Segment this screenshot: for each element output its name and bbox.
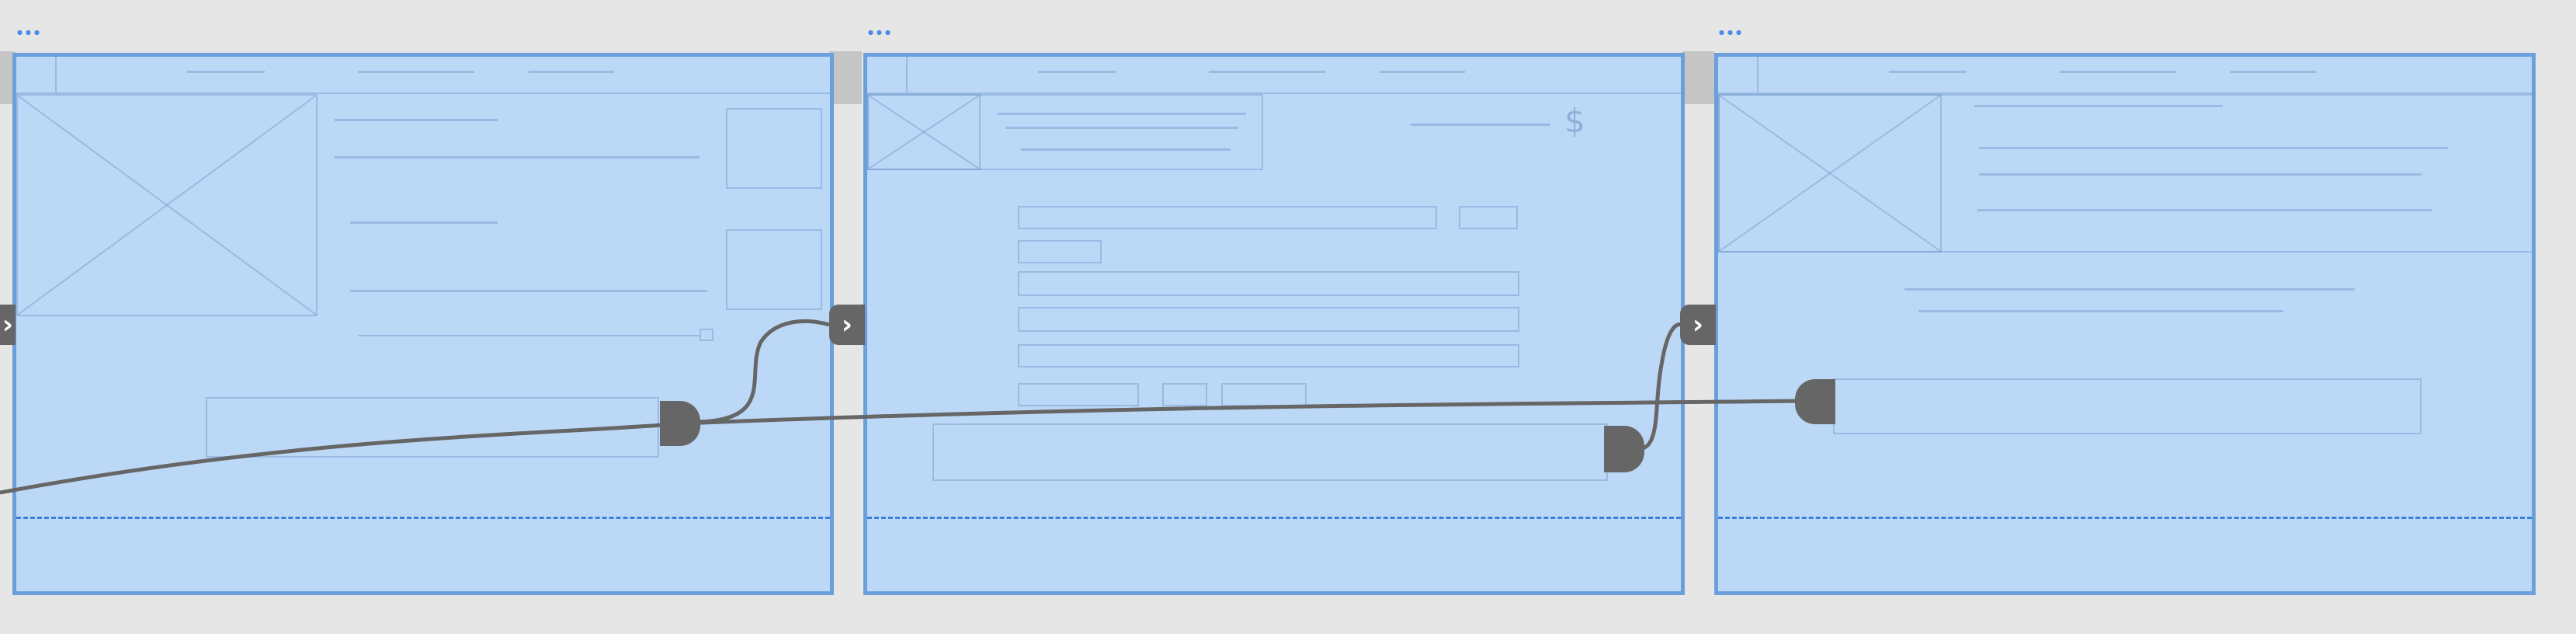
form-field [1018, 307, 1519, 332]
text-line [998, 113, 1246, 115]
form-field [1018, 383, 1139, 406]
image-placeholder-icon [867, 94, 981, 170]
thumbnail-box [726, 229, 822, 310]
form-field [1018, 240, 1102, 263]
nav-line [1380, 71, 1465, 73]
nav-line [2231, 71, 2316, 73]
link-handle-icon[interactable] [660, 401, 700, 446]
text-line [1005, 127, 1238, 129]
fold-line [1718, 517, 2532, 519]
thumbnail-box [726, 108, 822, 189]
artboard-handle-1[interactable] [16, 30, 40, 36]
artboard-2[interactable]: $ [863, 53, 1685, 595]
form-field [1162, 383, 1207, 406]
chevron-right-icon[interactable]: › [1680, 305, 1716, 345]
nav-line [358, 71, 474, 73]
text-line [1977, 209, 2432, 211]
form-field [1459, 206, 1518, 229]
link-handle-icon[interactable] [1795, 379, 1835, 424]
artboard-1[interactable] [12, 53, 834, 595]
form-field [1018, 271, 1519, 296]
nav-line [2060, 71, 2176, 73]
text-line [1979, 173, 2422, 176]
nav-line [187, 71, 265, 73]
nav-line [1209, 71, 1325, 73]
header-tab-divider [55, 57, 57, 92]
nav-line [1038, 71, 1116, 73]
artboard-3[interactable] [1714, 53, 2536, 595]
link-handle-icon[interactable] [1604, 426, 1644, 472]
text-line [1918, 310, 2283, 312]
text-line [358, 335, 700, 336]
text-line [1979, 147, 2448, 149]
nav-line [1889, 71, 1967, 73]
price-symbol: $ [1564, 102, 1585, 140]
header-tab-divider [1757, 57, 1758, 92]
price-line [1411, 124, 1550, 126]
checkbox-placeholder [700, 329, 713, 341]
artboard-handle-3[interactable] [1717, 30, 1742, 36]
scroll-tab-3[interactable] [1682, 51, 1714, 104]
header-tab-divider [906, 57, 908, 92]
text-line [1904, 288, 2355, 291]
text-line [350, 290, 707, 292]
nav-line [529, 71, 614, 73]
form-field [1221, 383, 1307, 406]
button-placeholder [932, 423, 1608, 481]
form-field [1018, 344, 1519, 368]
fold-line [867, 517, 1681, 519]
text-line [335, 156, 700, 158]
prototype-canvas[interactable]: $ › › › [0, 0, 2576, 634]
image-placeholder-icon [16, 94, 318, 316]
text-line [335, 119, 498, 121]
artboard-handle-2[interactable] [866, 30, 891, 36]
fold-line [16, 517, 830, 519]
text-line [1021, 148, 1231, 151]
scroll-tab-2[interactable] [829, 51, 862, 104]
button-placeholder [1833, 378, 2422, 434]
chevron-right-icon[interactable]: › [829, 305, 865, 345]
chevron-right-icon[interactable]: › [0, 305, 16, 345]
form-field [1018, 206, 1437, 229]
image-placeholder-icon [1718, 94, 1942, 253]
button-placeholder [206, 397, 659, 458]
text-line [350, 221, 498, 224]
text-line [1974, 105, 2223, 107]
